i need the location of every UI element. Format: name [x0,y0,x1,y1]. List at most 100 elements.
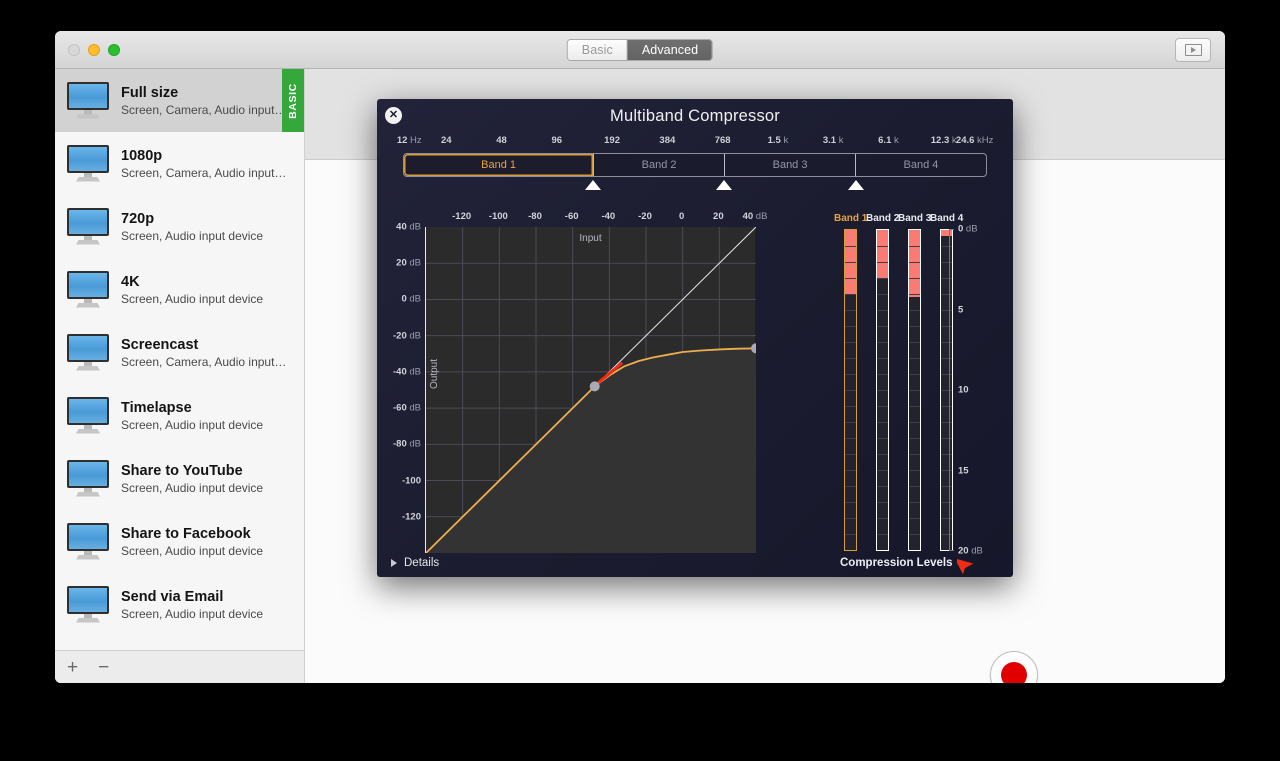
band-selector[interactable]: Band 1Band 2Band 3Band 4 [403,153,987,177]
preset-subtitle: Screen, Audio input device [121,481,263,495]
preset-row[interactable]: Full sizeScreen, Camera, Audio input…BAS… [55,69,304,132]
multiband-compressor-panel: ✕ Multiband Compressor 12 Hz244896192384… [377,99,1013,577]
preset-subtitle: Screen, Audio input device [121,544,263,558]
y-tick-label: -20 dB [393,330,421,341]
meter-segments [845,230,856,550]
meters-caption: Compression Levels [840,557,952,569]
y-axis-ticks: 40 dB20 dB0 dB-20 dB-40 dB-60 dB-80 dB-1… [377,227,425,553]
frequency-tick: 24.6 kHz [956,135,994,146]
y-tick-label: -60 dB [393,403,421,414]
monitor-icon [65,395,111,437]
mode-segmented-control[interactable]: Basic Advanced [567,39,713,61]
x-tick-label: 0 [679,211,684,222]
band-tab[interactable]: Band 3 [724,154,855,176]
monitor-icon [65,584,111,626]
frequency-tick: 1.5 k [768,135,789,146]
band-tab[interactable]: Band 1 [404,154,593,176]
window-titlebar: Basic Advanced [55,31,1225,69]
meter-label: Band 1 [834,213,862,224]
preset-row[interactable]: Share to YouTube Screen, Audio input devi… [55,447,304,510]
meter-label: Band 4 [930,213,958,224]
monitor-icon [65,269,111,311]
y-tick-label: 40 dB [396,222,421,233]
knee-handle[interactable] [590,381,600,391]
add-preset-button[interactable]: + [67,658,78,677]
meter-labels: Band 1Band 2Band 3Band 4 [834,213,958,224]
desktop-background: Basic Advanced Full sizeScreen, Camera, … [0,0,1280,761]
preset-title: Share to YouTube [121,463,263,479]
y-tick-label: 0 dB [401,294,421,305]
record-button[interactable] [990,651,1038,683]
meter-scale-tick: 10 [958,385,969,396]
compression-meter [844,229,857,551]
preset-row[interactable]: Screencast Screen, Camera, Audio input… [55,321,304,384]
y-tick-label: -80 dB [393,439,421,450]
crossover-handle[interactable] [848,180,864,190]
x-tick-label: 40 dB [743,211,768,222]
tab-advanced[interactable]: Advanced [627,40,712,60]
close-window-button[interactable] [68,44,80,56]
close-icon[interactable]: ✕ [385,107,402,124]
maximize-window-button[interactable] [108,44,120,56]
preset-subtitle: Screen, Camera, Audio input… [121,355,286,369]
preset-row[interactable]: 4K Screen, Audio input device [55,258,304,321]
x-tick-label: -100 [489,211,508,222]
preset-subtitle: Screen, Audio input device [121,418,263,432]
preset-row[interactable]: 720pScreen, Audio input device [55,195,304,258]
minimize-window-button[interactable] [88,44,100,56]
crossover-handle[interactable] [585,180,601,190]
crossover-handle[interactable] [716,180,732,190]
preset-title: 4K [121,274,263,290]
frequency-ruler: 12 Hz2448961923847681.5 k3.1 k6.1 k12.3 … [391,135,999,149]
y-tick-label: -40 dB [393,366,421,377]
meter-scale: 0 dB5101520 dB [949,229,1009,551]
frequency-tick: 6.1 k [878,135,899,146]
curve-fill-area [426,348,756,553]
meter-scale-tick: 5 [958,304,963,315]
scale-bracket [949,229,954,551]
monitor-icon [65,80,111,122]
preset-row[interactable]: Timelapse Screen, Audio input device [55,384,304,447]
monitor-icon [65,458,111,500]
details-disclosure[interactable]: Details [391,557,439,569]
preset-title: Screencast [121,337,286,353]
x-tick-label: 20 [713,211,724,222]
preset-row[interactable]: Share to FacebookScreen, Audio input dev… [55,510,304,573]
y-axis-label: Output [429,359,440,389]
preset-title: Timelapse [121,400,263,416]
compression-meter [908,229,921,551]
frequency-tick: 48 [496,135,507,146]
compression-meter [876,229,889,551]
preview-button[interactable] [1175,38,1211,62]
preset-subtitle: Screen, Audio input device [121,292,263,306]
y-tick-label: 20 dB [396,258,421,269]
band-tab[interactable]: Band 4 [855,154,986,176]
application-window: Basic Advanced Full sizeScreen, Camera, … [55,31,1225,683]
meter-scale-tick: 20 dB [958,546,983,557]
preset-title: 720p [121,211,263,227]
preset-list[interactable]: Full sizeScreen, Camera, Audio input…BAS… [55,69,304,650]
monitor-icon [65,521,111,563]
preset-row[interactable]: 1080pScreen, Camera, Audio input… [55,132,304,195]
frequency-tick: 768 [715,135,731,146]
frequency-tick: 24 [441,135,452,146]
monitor-icon [65,143,111,185]
meter-segments [909,230,920,550]
meter-columns [844,229,953,551]
details-label: Details [404,557,439,569]
preset-title: 1080p [121,148,286,164]
plot-canvas[interactable]: Input [425,227,755,553]
tab-basic[interactable]: Basic [568,40,627,60]
preset-subtitle: Screen, Audio input device [121,607,263,621]
remove-preset-button[interactable]: − [98,658,109,677]
x-tick-label: -20 [638,211,652,222]
band-selector-wrap: Band 1Band 2Band 3Band 4 [377,153,1013,177]
x-tick-label: -60 [565,211,579,222]
monitor-icon [65,206,111,248]
panel-title: Multiband Compressor [377,99,1013,126]
preset-title: Send via Email [121,589,263,605]
preset-title: Full size [121,85,286,101]
frequency-tick: 384 [659,135,675,146]
band-tab[interactable]: Band 2 [593,154,724,176]
preset-row[interactable]: Send via Email Screen, Audio input device [55,573,304,636]
